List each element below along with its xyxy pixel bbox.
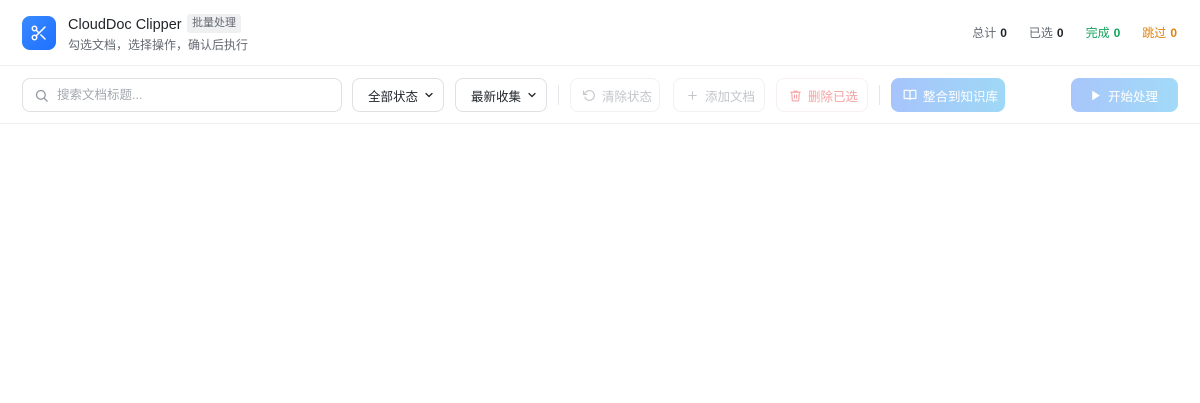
merge-to-knowledge-base-label: 整合到知识库 xyxy=(923,89,999,104)
app-title: CloudDoc Clipper xyxy=(68,17,182,33)
add-document-label: 添加文档 xyxy=(705,89,756,104)
stat-total-value: 0 xyxy=(1000,26,1007,40)
clear-status-label: 清除状态 xyxy=(602,89,653,104)
book-icon xyxy=(903,88,917,102)
start-processing-button[interactable]: 开始处理 xyxy=(1071,78,1178,112)
merge-to-knowledge-base-button[interactable]: 整合到知识库 xyxy=(891,78,1005,112)
toolbar-divider xyxy=(558,85,559,105)
toolbar-divider xyxy=(879,85,880,105)
plus-icon xyxy=(686,89,699,102)
stat-done: 完成 0 xyxy=(1085,26,1121,40)
stat-selected-value: 0 xyxy=(1056,26,1064,40)
status-filter-value: 全部状态 xyxy=(368,89,419,104)
app-logo xyxy=(22,16,56,50)
delete-selected-label: 删除已选 xyxy=(808,89,859,104)
stat-skip-value: 0 xyxy=(1170,26,1177,40)
search-box[interactable] xyxy=(22,78,342,112)
add-document-button[interactable]: 添加文档 xyxy=(673,78,765,112)
delete-selected-button[interactable]: 删除已选 xyxy=(776,78,868,112)
mode-badge: 批量处理 xyxy=(187,14,241,33)
stats-bar: 总计 0 已选 0 完成 0 跳过 0 xyxy=(972,26,1177,40)
app-header: CloudDoc Clipper 批量处理 勾选文档，选择操作，确认后执行 总计… xyxy=(0,0,1200,66)
reset-icon xyxy=(583,89,596,102)
sort-select[interactable]: 最新收集 xyxy=(455,78,547,112)
stat-skip: 跳过 0 xyxy=(1142,26,1177,40)
trash-icon xyxy=(789,89,802,102)
sort-value: 最新收集 xyxy=(471,89,522,104)
chevron-down-icon xyxy=(526,89,538,101)
toolbar: 全部状态 最新收集 清除状态 添加文档 xyxy=(0,66,1200,124)
search-icon xyxy=(34,88,49,103)
clear-status-button[interactable]: 清除状态 xyxy=(570,78,660,112)
search-input[interactable] xyxy=(57,88,317,102)
app-subtitle: 勾选文档，选择操作，确认后执行 xyxy=(68,38,249,52)
scissors-icon xyxy=(30,24,48,42)
chevron-down-icon xyxy=(423,89,435,101)
document-list-area xyxy=(0,124,1200,403)
stat-done-value: 0 xyxy=(1113,26,1121,40)
stat-total: 总计 0 xyxy=(972,26,1007,40)
start-processing-label: 开始处理 xyxy=(1108,89,1159,104)
status-filter-select[interactable]: 全部状态 xyxy=(352,78,444,112)
play-icon xyxy=(1089,89,1102,102)
stat-selected: 已选 0 xyxy=(1028,26,1064,40)
